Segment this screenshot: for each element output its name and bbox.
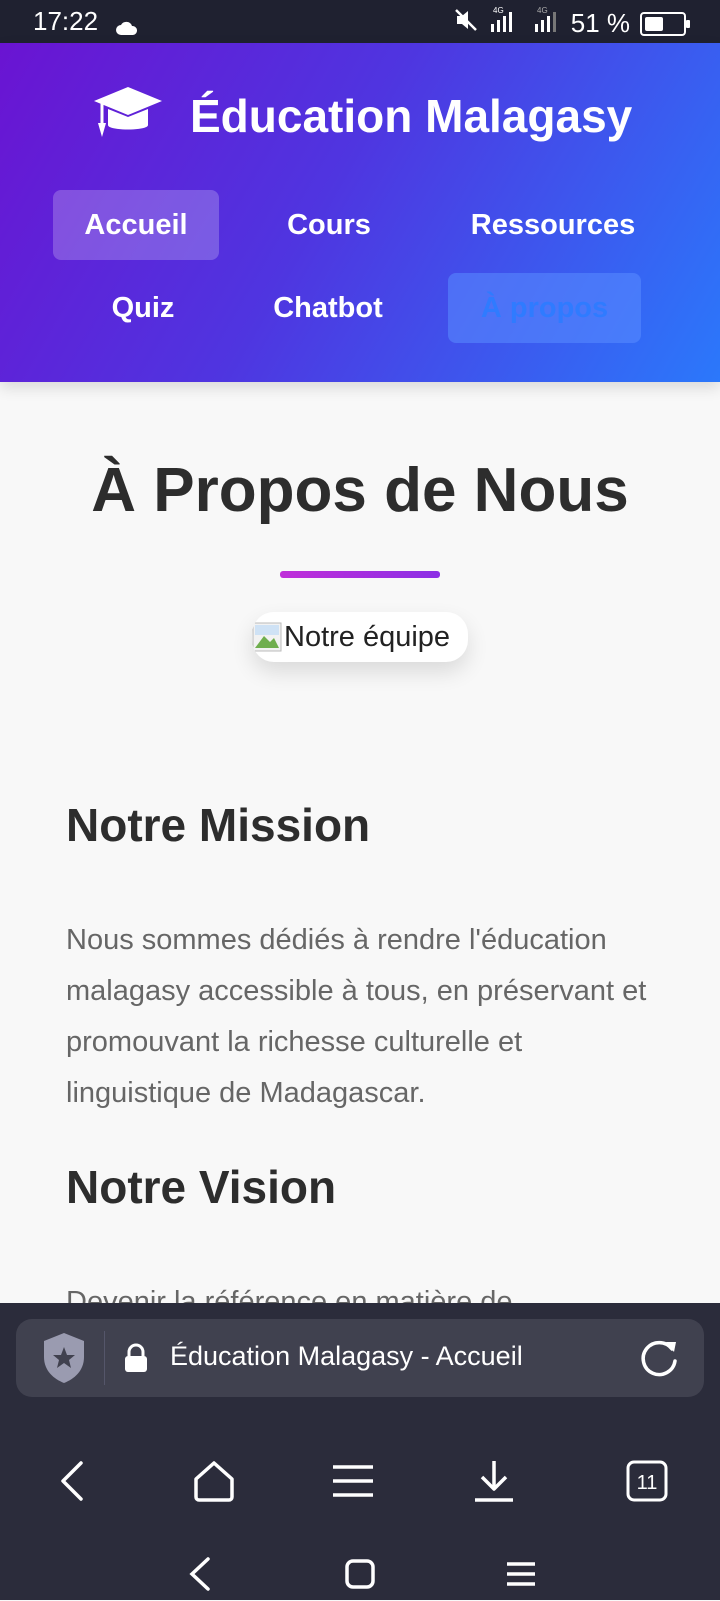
url-divider [104,1331,105,1385]
tabs-button[interactable]: 11 [617,1453,677,1513]
team-image: Notre équipe [252,612,468,662]
battery-fill [645,16,664,31]
graduation-cap-icon [92,83,164,148]
shield-icon[interactable] [40,1331,88,1390]
mission-heading: Notre Mission [66,799,371,851]
mute-icon [453,7,479,40]
chevron-left-icon [57,1459,87,1508]
cloud-icon [115,12,139,43]
team-image-alt: Notre équipe [284,620,451,653]
title-underline [280,571,440,578]
tabs-icon: 11 [626,1460,668,1507]
status-time: 17:22 [33,6,99,36]
page-title: À Propos de Nous [91,456,629,525]
vision-heading: Notre Vision [66,1161,337,1213]
reload-icon[interactable] [638,1337,680,1384]
system-menu-icon [505,1560,537,1593]
system-menu-button[interactable] [496,1551,546,1601]
url-text[interactable]: Éducation Malagasy - Accueil [170,1341,523,1372]
nav-chatbot[interactable]: Chatbot [245,273,411,343]
url-bar[interactable]: Éducation Malagasy - Accueil [16,1319,704,1397]
nav-quiz[interactable]: Quiz [60,273,226,343]
nav-home[interactable]: Accueil [53,190,219,260]
download-button[interactable] [464,1453,524,1513]
broken-image-icon [252,622,282,652]
tab-count: 11 [637,1472,658,1494]
browser-bottom-bar: Éducation Malagasy - Accueil 11 [0,1303,720,1600]
home-button[interactable] [184,1453,244,1513]
system-back-icon [188,1556,212,1597]
menu-icon [331,1463,375,1504]
lock-icon [122,1343,150,1378]
nav-about[interactable]: À propos [448,273,641,343]
back-button[interactable] [42,1453,102,1513]
svg-text:4G: 4G [537,6,548,15]
menu-button[interactable] [323,1453,383,1513]
nav-courses[interactable]: Cours [246,190,412,260]
signal-icon: 4G [489,6,523,41]
system-home-button[interactable] [335,1551,385,1601]
brand-name: Éducation Malagasy [190,89,633,142]
battery-percent: 51 % [570,8,630,38]
download-icon [473,1459,515,1508]
mission-text: Nous sommes dédiés à rendre l'éducation … [66,924,647,1109]
system-home-icon [344,1558,376,1595]
site-header: Éducation Malagasy Accueil Cours Ressour… [0,43,720,382]
signal-icon-secondary: 4G [533,6,561,41]
nav-resources[interactable]: Ressources [440,190,666,260]
brand[interactable]: Éducation Malagasy [92,83,632,148]
svg-text:4G: 4G [493,6,504,15]
home-icon [191,1459,237,1508]
battery-icon [640,11,690,36]
status-bar: 17:22 4G 4G 51 % [0,0,720,43]
system-back-button[interactable] [175,1551,225,1601]
